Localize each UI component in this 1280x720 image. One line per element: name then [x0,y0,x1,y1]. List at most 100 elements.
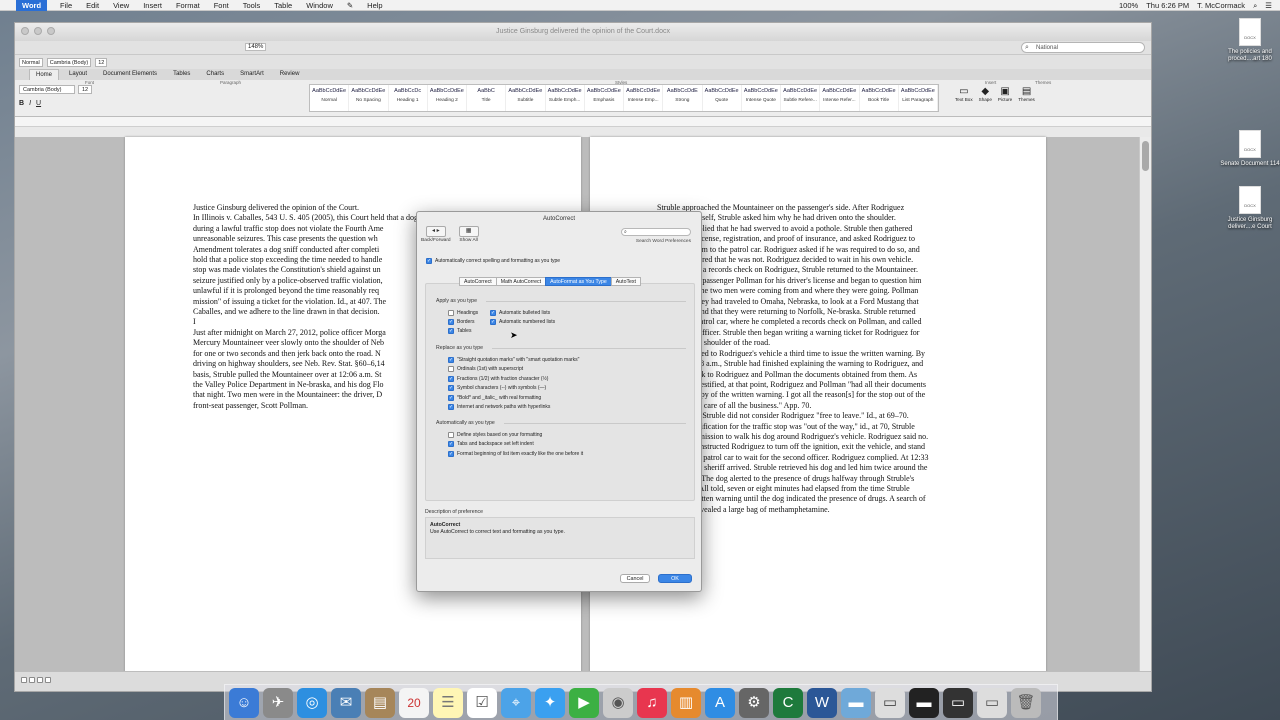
style-subtle-emphasis[interactable]: AaBbCcDdEe Subtle Emph... [546,85,585,111]
desktop-file[interactable]: Justice Ginsburg deliver....e Court [1218,186,1280,231]
option-headings[interactable]: Headings [448,310,478,316]
back-forward-button[interactable]: ◂ ▸ Back/Forward [421,226,451,243]
auto-correct-master-toggle[interactable]: ✓ Automatically correct spelling and for… [426,258,560,264]
option-tabs-backspace[interactable]: ✓ Tabs and backspace set left indent [448,441,534,447]
tab-autotext[interactable]: AutoText [610,277,641,286]
menu-format[interactable]: Format [169,0,207,11]
scrollbar-thumb[interactable] [1142,141,1149,171]
desktop-file[interactable]: Senate Document 114 [1218,130,1280,168]
italic-button[interactable]: I [29,100,31,107]
screen-recording-icon[interactable]: ▬ [909,687,939,718]
tab-smartart[interactable]: SmartArt [234,69,270,80]
tab-autocorrect[interactable]: AutoCorrect [459,277,497,286]
draft-view-button[interactable] [21,677,27,683]
notification-center-icon[interactable]: ☰ [1265,0,1272,11]
option-symbols[interactable]: ✓ Symbol characters (--) with symbols (—) [448,385,546,391]
style-subtle-reference[interactable]: AaBbCcDdEe Subtle Refere... [781,85,821,111]
style-heading-2[interactable]: AaBbCcDdEe Heading 2 [428,85,467,111]
desktop-file[interactable]: The policies and proced....art 180 [1218,18,1280,63]
tab-math-autocorrect[interactable]: Math AutoCorrect [495,277,547,286]
style-intense-quote[interactable]: AaBbCcDdEe Intense Quote [742,85,781,111]
tab-review[interactable]: Review [274,69,306,80]
font-select-small[interactable]: Cambria (Body) [46,57,92,67]
tab-layout[interactable]: Layout [63,69,93,80]
option-tables[interactable]: ✓ Tables [448,328,471,334]
style-select[interactable]: Normal [19,57,43,67]
option-define-styles[interactable]: Define styles based on your formatting [448,432,542,438]
tab-document-elements[interactable]: Document Elements [97,69,163,80]
itunes-icon[interactable]: ♫ [637,687,667,718]
style-list-paragraph[interactable]: AaBbCcDdEe List Paragraph [899,85,938,111]
style-normal[interactable]: AaBbCcDdEe Normal [310,85,350,111]
menu-file[interactable]: File [53,0,79,11]
picture-button[interactable]: ▣ Picture [998,86,1012,102]
ok-button[interactable]: OK [658,574,692,583]
contacts-icon[interactable]: ▤ [365,687,395,718]
publishing-view-button[interactable] [37,677,43,683]
safari-icon[interactable]: ◎ [297,687,327,718]
trash-icon[interactable]: 🗑 [1011,687,1041,718]
calendar-icon[interactable]: 20 [399,687,429,718]
print-layout-button[interactable] [45,677,51,683]
mail-icon[interactable]: ✉ [331,687,361,718]
tab-charts[interactable]: Charts [200,69,230,80]
ruler[interactable] [15,117,1151,127]
spotlight-icon[interactable]: ⌕ [1253,0,1257,11]
themes-button[interactable]: ▤ Themes [1018,86,1035,102]
maps-icon[interactable]: ⌖ [501,687,531,718]
launchpad-icon[interactable]: ✈ [263,687,293,718]
menu-view[interactable]: View [106,0,136,11]
menu-edit[interactable]: Edit [79,0,106,11]
menu-app-name[interactable]: Word [16,0,48,11]
camtasia-icon[interactable]: C [773,687,803,718]
checkbox[interactable]: ✓ [426,258,432,264]
option-numbered-lists[interactable]: ✓ Automatic numbered lists [490,319,555,325]
option-format-list-item[interactable]: ✓ Format beginning of list item exactly l… [448,451,583,457]
menu-help[interactable]: Help [360,0,389,11]
page-2-text[interactable]: Struble approached the Mountaineer on th… [657,203,987,515]
messages-icon[interactable]: ✦ [535,687,565,718]
reminders-icon[interactable]: ☑ [467,687,497,718]
app-store-icon[interactable]: A [705,687,735,718]
shape-button[interactable]: ◆ Shape [979,86,992,102]
ibooks-icon[interactable]: ▥ [671,687,701,718]
document-stack-icon[interactable]: ▭ [875,687,905,718]
cancel-button[interactable]: Cancel [620,574,650,583]
zoom-button[interactable] [47,27,55,35]
preferences-search-input[interactable]: ⌕ [621,228,691,236]
option-bulleted-lists[interactable]: ✓ Automatic bulleted lists [490,310,550,316]
style-subtitle[interactable]: AaBbCcDdEe Subtitle [506,85,546,111]
minimize-button[interactable] [34,27,42,35]
facetime-icon[interactable]: ▶ [569,687,599,718]
tab-autoformat-as-you-type[interactable]: AutoFormat as You Type [545,277,612,286]
option-borders[interactable]: ✓ Borders [448,319,475,325]
font-size-select[interactable]: 12 [78,85,93,94]
menu-tools[interactable]: Tools [236,0,268,11]
menu-font[interactable]: Font [207,0,236,11]
bold-button[interactable]: B [19,100,24,107]
option-fractions[interactable]: ✓ Fractions (1/2) with fraction character… [448,376,548,382]
menu-window[interactable]: Window [299,0,340,11]
font-name-select[interactable]: Cambria (Body) [19,85,75,94]
style-emphasis[interactable]: AaBbCcDdEe Emphasis [585,85,624,111]
option-bold-italic[interactable]: ✓ *Bold* and _italic_ with real formattin… [448,395,541,401]
close-button[interactable] [21,27,29,35]
battery-status[interactable]: 100% [1119,0,1138,11]
tab-home[interactable]: Home [29,69,60,80]
photo-booth-icon[interactable]: ◉ [603,687,633,718]
notes-icon[interactable]: ☰ [433,687,463,718]
option-ordinals[interactable]: Ordinals (1st) with superscript [448,366,523,372]
search-input[interactable]: ⌕ National [1021,42,1145,53]
terminal-icon[interactable]: ▭ [943,687,973,718]
style-intense-reference[interactable]: AaBbCcDdEe Intense Refer... [820,85,860,111]
outline-view-button[interactable] [29,677,35,683]
user-name[interactable]: T. McCormack [1197,0,1245,11]
downloads-folder-icon[interactable]: ▬ [841,687,871,718]
vertical-scrollbar[interactable] [1139,137,1151,673]
style-book-title[interactable]: AaBbCcDdEe Book Title [860,85,899,111]
show-all-button[interactable]: ▦ Show All [458,226,479,243]
zoom-field[interactable]: 148% [245,43,267,51]
style-heading-1[interactable]: AaBbCcDc Heading 1 [389,85,428,111]
size-select-small[interactable]: 12 [95,57,108,67]
clock[interactable]: Thu 6:26 PM [1146,0,1189,11]
